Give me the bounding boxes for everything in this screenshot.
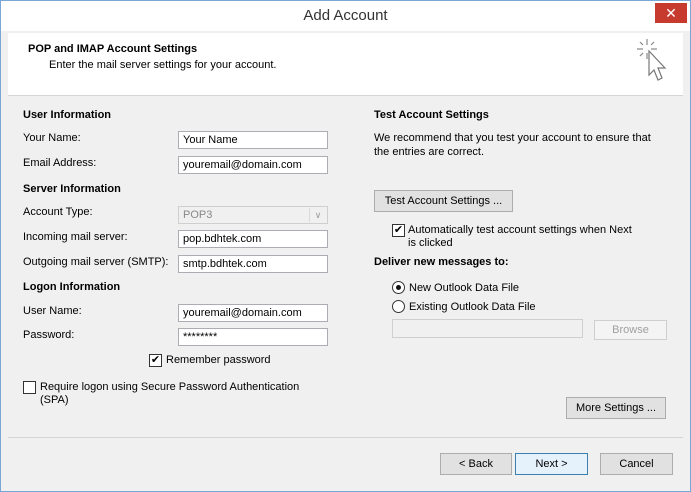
account-type-label: Account Type: [23,206,93,218]
data-file-path-input [392,319,583,338]
remember-password-label: Remember password [166,354,271,366]
close-button[interactable]: ✕ [655,3,687,23]
back-button[interactable]: < Back [440,453,512,475]
more-settings-button[interactable]: More Settings ... [566,397,666,419]
your-name-input[interactable]: Your Name [178,131,328,149]
auto-test-checkbox[interactable]: ✔ [392,224,405,237]
auto-test-label-line1: Automatically test account settings when… [408,224,632,236]
incoming-server-input[interactable]: pop.bdhtek.com [178,230,328,248]
cancel-button[interactable]: Cancel [600,453,673,475]
incoming-server-label: Incoming mail server: [23,231,128,243]
wand-cursor-icon [637,39,667,81]
test-settings-heading: Test Account Settings [374,109,489,121]
deliver-heading: Deliver new messages to: [374,256,509,268]
password-input[interactable]: ******** [178,328,328,346]
header-title: POP and IMAP Account Settings [28,43,198,55]
logon-info-heading: Logon Information [23,281,121,293]
spa-checkbox[interactable] [23,381,36,394]
outgoing-server-label: Outgoing mail server (SMTP): [23,256,169,268]
account-type-value: POP3 [183,209,213,221]
new-data-file-radio[interactable] [392,281,405,294]
browse-button: Browse [594,320,667,340]
chevron-down-icon: ∨ [309,208,326,222]
user-info-heading: User Information [23,109,112,121]
remember-password-checkbox[interactable]: ✔ [149,354,162,367]
email-address-label: Email Address: [23,157,97,169]
spa-label-line2: (SPA) [40,394,69,406]
new-data-file-label: New Outlook Data File [409,282,520,294]
existing-data-file-radio[interactable] [392,300,405,313]
close-icon: ✕ [665,5,677,21]
header-subtitle: Enter the mail server settings for your … [49,59,277,71]
auto-test-label-line2: is clicked [408,237,453,249]
spa-label-line1: Require logon using Secure Password Auth… [40,381,300,393]
window-title: Add Account [303,7,388,24]
server-info-heading: Server Information [23,183,121,195]
user-name-input[interactable]: youremail@domain.com [178,304,328,322]
email-address-input[interactable]: youremail@domain.com [178,156,328,174]
user-name-label: User Name: [23,305,82,317]
dialog-header: POP and IMAP Account Settings Enter the … [8,33,683,96]
test-desc-line2: the entries are correct. [374,146,485,158]
password-label: Password: [23,329,75,341]
existing-data-file-label: Existing Outlook Data File [409,301,536,313]
add-account-dialog: Add Account ✕ POP and IMAP Account Setti… [0,0,691,492]
your-name-label: Your Name: [23,132,81,144]
outgoing-server-input[interactable]: smtp.bdhtek.com [178,255,328,273]
title-bar: Add Account ✕ [1,1,690,31]
test-account-settings-button[interactable]: Test Account Settings ... [374,190,513,212]
account-type-dropdown: POP3 ∨ [178,206,328,224]
next-button[interactable]: Next > [515,453,588,475]
test-desc-line1: We recommend that you test your account … [374,132,651,144]
